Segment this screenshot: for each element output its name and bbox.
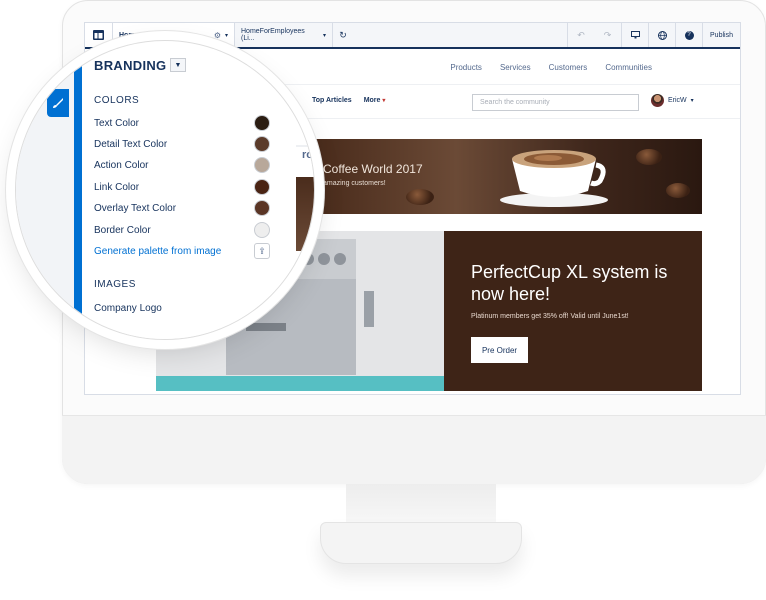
color-row-action[interactable]: Action Color xyxy=(94,156,270,174)
monitor-chin xyxy=(62,415,766,484)
color-label: Link Color xyxy=(94,181,140,193)
site-name: HomeForEmployees (Li... xyxy=(241,28,305,42)
coffee-bean xyxy=(406,189,434,205)
color-label: Overlay Text Color xyxy=(94,202,177,214)
desktop-preview-icon[interactable] xyxy=(621,23,648,47)
coffee-cup-image xyxy=(500,150,608,207)
nav-customers[interactable]: Customers xyxy=(549,63,588,72)
generate-palette-row: Generate palette from image ⇪ xyxy=(94,242,270,260)
paintbrush-icon[interactable] xyxy=(47,89,69,117)
generate-palette-link[interactable]: Generate palette from image xyxy=(94,246,221,257)
page-name: Home xyxy=(119,31,139,39)
subnav-items: Top Articles More ▾ xyxy=(312,97,385,104)
nav-products[interactable]: Products xyxy=(450,63,482,72)
hero-title: Coffee World 2017 xyxy=(323,162,423,176)
search-input[interactable]: Search the community xyxy=(472,94,639,111)
chevron-down-icon: ▾ xyxy=(382,98,386,104)
color-label: Detail Text Color xyxy=(94,138,168,150)
builder-rail xyxy=(16,41,81,339)
color-swatch[interactable] xyxy=(254,136,270,152)
globe-icon[interactable] xyxy=(648,23,675,47)
nav-more[interactable]: More ▾ xyxy=(364,97,386,104)
monitor-base xyxy=(320,522,522,564)
company-logo-row[interactable]: Company Logo xyxy=(94,299,270,317)
nav-services[interactable]: Services xyxy=(500,63,531,72)
coffee-bean xyxy=(636,149,662,165)
images-header: IMAGES xyxy=(94,279,136,290)
main-nav: Products Services Customers Communities xyxy=(450,63,652,72)
chevron-down-icon[interactable]: ▼ xyxy=(170,58,186,72)
promo-subtitle: Platinum members get 35% off! Valid unti… xyxy=(471,313,629,320)
color-swatch[interactable] xyxy=(254,200,270,216)
color-swatch[interactable] xyxy=(254,157,270,173)
undo-icon[interactable]: ↶ xyxy=(567,23,594,47)
coffee-bean xyxy=(666,183,690,198)
avatar xyxy=(651,94,664,107)
branding-panel: BRANDING ▼ COLORS Text Color Detail Text… xyxy=(82,49,296,339)
company-logo-label: Company Logo xyxy=(94,302,162,314)
nav-top-articles[interactable]: Top Articles xyxy=(312,97,352,104)
publish-label: Publish xyxy=(710,31,733,39)
refresh-icon[interactable]: ↻ xyxy=(333,23,353,47)
chevron-down-icon: ▾ xyxy=(690,98,694,104)
color-row-border[interactable]: Border Color xyxy=(94,221,270,239)
search-placeholder: Search the community xyxy=(480,99,550,106)
rail-active-indicator xyxy=(74,41,82,339)
gear-icon[interactable]: ⚙ xyxy=(214,31,221,40)
publish-button[interactable]: Publish xyxy=(702,23,740,47)
panel-title: BRANDING xyxy=(94,58,167,73)
color-label: Border Color xyxy=(94,224,151,236)
color-swatch[interactable] xyxy=(254,222,270,238)
promo-title: PerfectCup XL system is now here! xyxy=(471,262,668,304)
chevron-down-icon[interactable]: ▾ xyxy=(225,32,228,39)
color-row-text[interactable]: Text Color xyxy=(94,114,270,132)
monitor-neck xyxy=(346,484,496,524)
redo-icon[interactable]: ↷ xyxy=(594,23,621,47)
hero-subtitle: amazing customers! xyxy=(323,180,386,187)
user-name: EricW xyxy=(668,97,687,104)
nav-communities[interactable]: Communities xyxy=(605,63,652,72)
nav-more-label: More xyxy=(363,97,381,104)
pre-order-button[interactable]: Pre Order xyxy=(471,337,528,363)
user-menu[interactable]: EricW ▾ xyxy=(651,94,694,107)
color-swatch[interactable] xyxy=(254,115,270,131)
colors-header: COLORS xyxy=(94,95,140,106)
partial-label: ro xyxy=(302,149,313,161)
magnifier-lens: BRANDING ▼ COLORS Text Color Detail Text… xyxy=(15,40,315,340)
color-label: Text Color xyxy=(94,117,140,129)
monitor-illustration: Home ⚙ ▾ HomeForEmployees (Li... ▾ ↻ ↶ ↷… xyxy=(0,0,766,600)
color-row-overlay-text[interactable]: Overlay Text Color xyxy=(94,199,270,217)
help-icon[interactable]: ? xyxy=(675,23,702,47)
color-row-link[interactable]: Link Color xyxy=(94,178,270,196)
lens-site-preview: ro er fo ur c xyxy=(296,41,315,339)
chevron-down-icon: ▾ xyxy=(322,32,326,39)
color-label: Action Color xyxy=(94,159,149,171)
upload-icon[interactable]: ⇪ xyxy=(254,243,270,259)
promo-panel: PerfectCup XL system is now here! Platin… xyxy=(444,231,702,391)
color-row-detail-text[interactable]: Detail Text Color xyxy=(94,135,270,153)
color-swatch[interactable] xyxy=(254,179,270,195)
promo-ghost-text: er fo ur c xyxy=(299,267,315,314)
lens-content: BRANDING ▼ COLORS Text Color Detail Text… xyxy=(16,41,315,339)
